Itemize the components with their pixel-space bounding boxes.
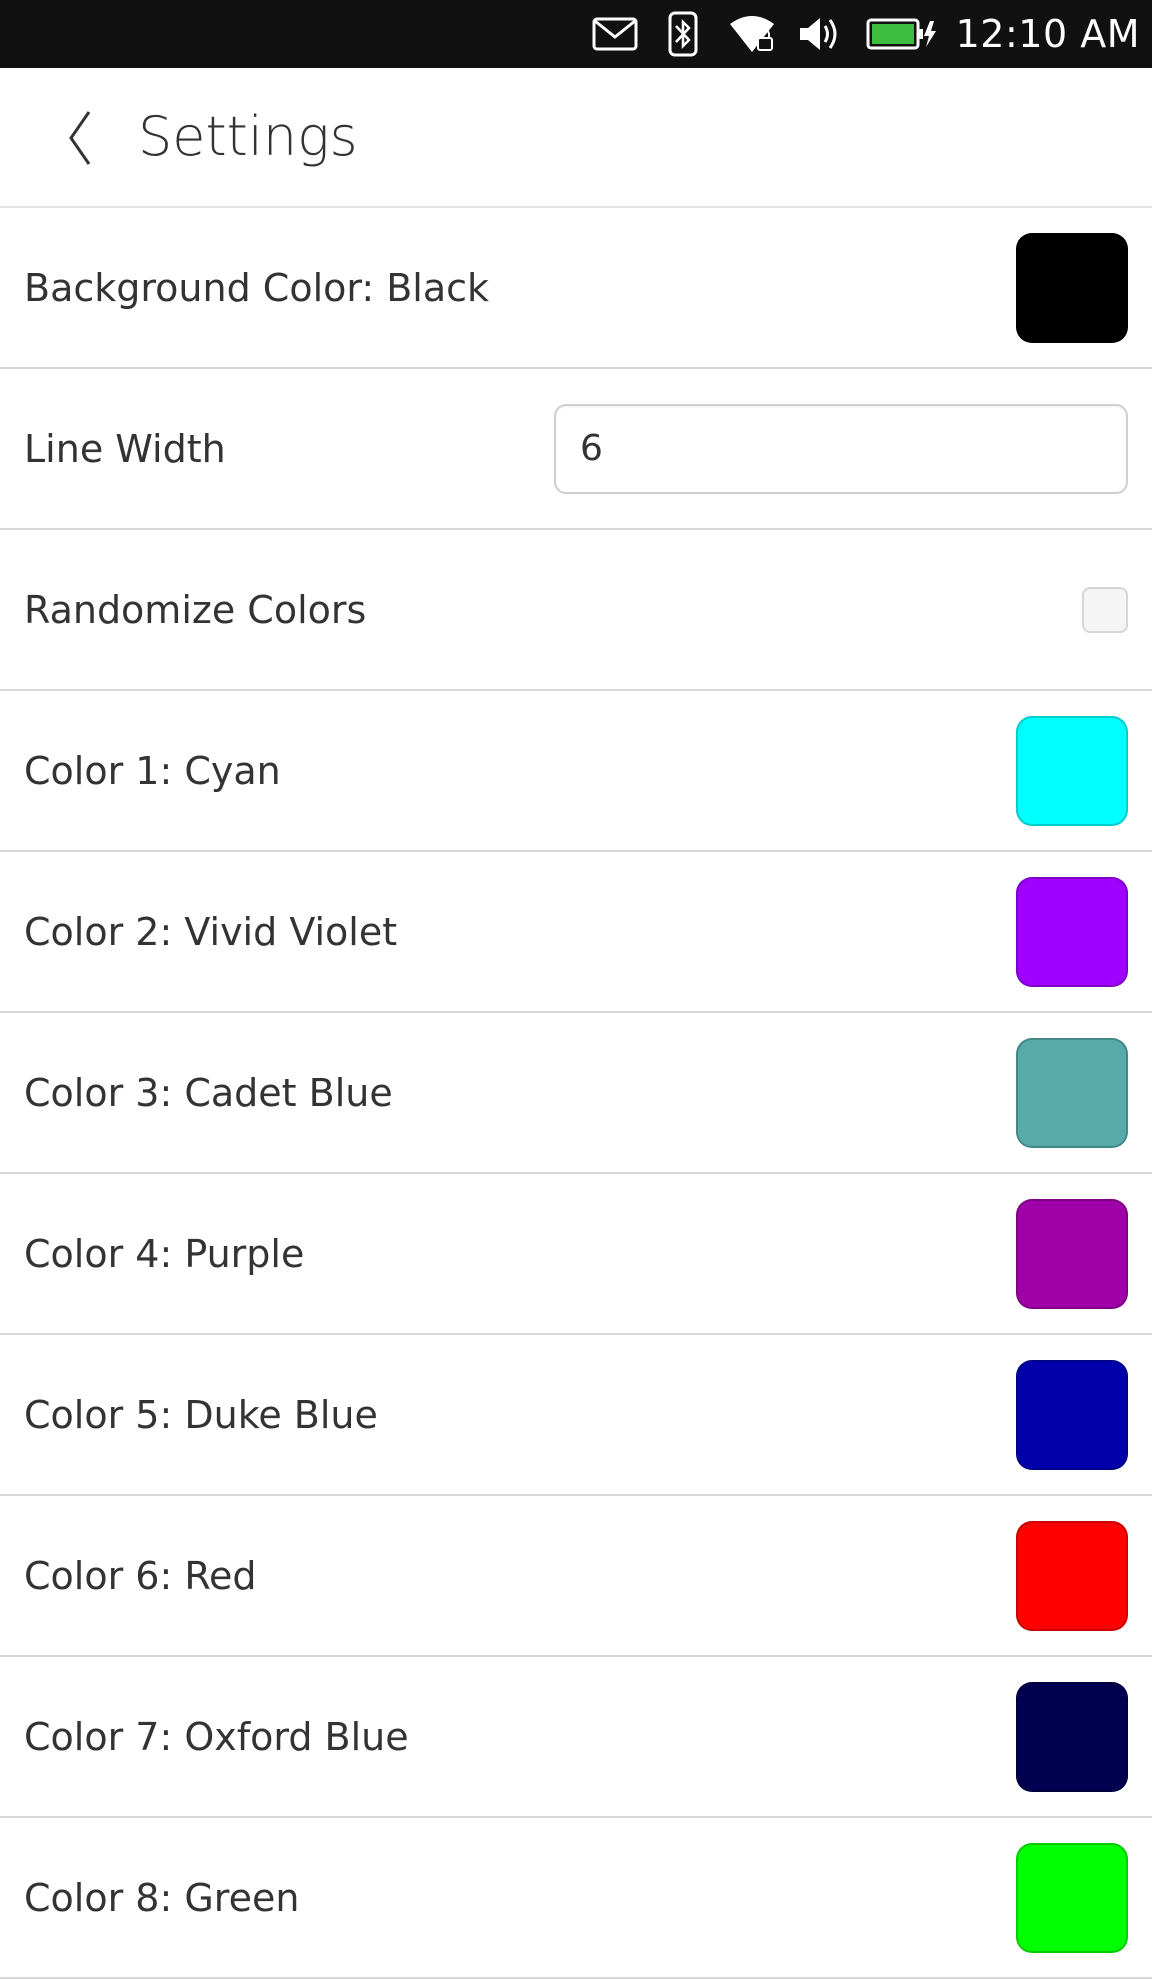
- setting-label: Line Width: [24, 426, 226, 471]
- status-icons: 12:10 AM: [592, 0, 1140, 68]
- setting-background-color[interactable]: Background Color: Black: [0, 208, 1152, 369]
- setting-color-6[interactable]: Color 6: Red: [0, 1496, 1152, 1657]
- battery-charging-icon: [866, 0, 938, 68]
- setting-color-7[interactable]: Color 7: Oxford Blue: [0, 1657, 1152, 1818]
- color-2-swatch[interactable]: [1016, 876, 1128, 987]
- volume-icon: [798, 0, 840, 68]
- setting-randomize-colors[interactable]: Randomize Colors: [0, 530, 1152, 691]
- status-clock: 12:10 AM: [955, 12, 1140, 56]
- color-1-swatch[interactable]: [1016, 715, 1128, 826]
- setting-label: Color 8: Green: [24, 1875, 300, 1920]
- color-4-swatch[interactable]: [1016, 1198, 1128, 1309]
- setting-color-1[interactable]: Color 1: Cyan: [0, 691, 1152, 852]
- setting-color-2[interactable]: Color 2: Vivid Violet: [0, 852, 1152, 1013]
- setting-line-width: Line Width: [0, 369, 1152, 530]
- header: Settings: [0, 68, 1152, 208]
- settings-list: Background Color: Black Line Width Rando…: [0, 208, 1152, 1979]
- setting-color-4[interactable]: Color 4: Purple: [0, 1174, 1152, 1335]
- line-width-input[interactable]: [554, 403, 1128, 494]
- setting-label: Color 3: Cadet Blue: [24, 1070, 393, 1115]
- bluetooth-icon: [668, 0, 698, 68]
- status-bar: 12:10 AM: [0, 0, 1152, 68]
- setting-label: Color 6: Red: [24, 1553, 257, 1598]
- chevron-left-icon: [69, 111, 91, 165]
- randomize-colors-checkbox[interactable]: [1082, 586, 1128, 633]
- color-5-swatch[interactable]: [1016, 1359, 1128, 1470]
- wifi-icon: [728, 0, 776, 68]
- setting-label: Background Color: Black: [24, 265, 490, 310]
- setting-color-8[interactable]: Color 8: Green: [0, 1818, 1152, 1979]
- color-6-swatch[interactable]: [1016, 1520, 1128, 1631]
- back-button[interactable]: [50, 104, 110, 172]
- setting-label: Color 7: Oxford Blue: [24, 1714, 409, 1759]
- background-color-swatch[interactable]: [1016, 232, 1128, 343]
- page-title: Settings: [138, 105, 358, 168]
- mail-icon: [592, 0, 638, 68]
- color-8-swatch[interactable]: [1016, 1842, 1128, 1953]
- setting-label: Color 4: Purple: [24, 1231, 305, 1276]
- setting-color-3[interactable]: Color 3: Cadet Blue: [0, 1013, 1152, 1174]
- setting-label: Randomize Colors: [24, 587, 367, 632]
- color-7-swatch[interactable]: [1016, 1681, 1128, 1792]
- setting-label: Color 2: Vivid Violet: [24, 909, 398, 954]
- setting-label: Color 1: Cyan: [24, 748, 281, 793]
- setting-color-5[interactable]: Color 5: Duke Blue: [0, 1335, 1152, 1496]
- color-3-swatch[interactable]: [1016, 1037, 1128, 1148]
- setting-label: Color 5: Duke Blue: [24, 1392, 378, 1437]
